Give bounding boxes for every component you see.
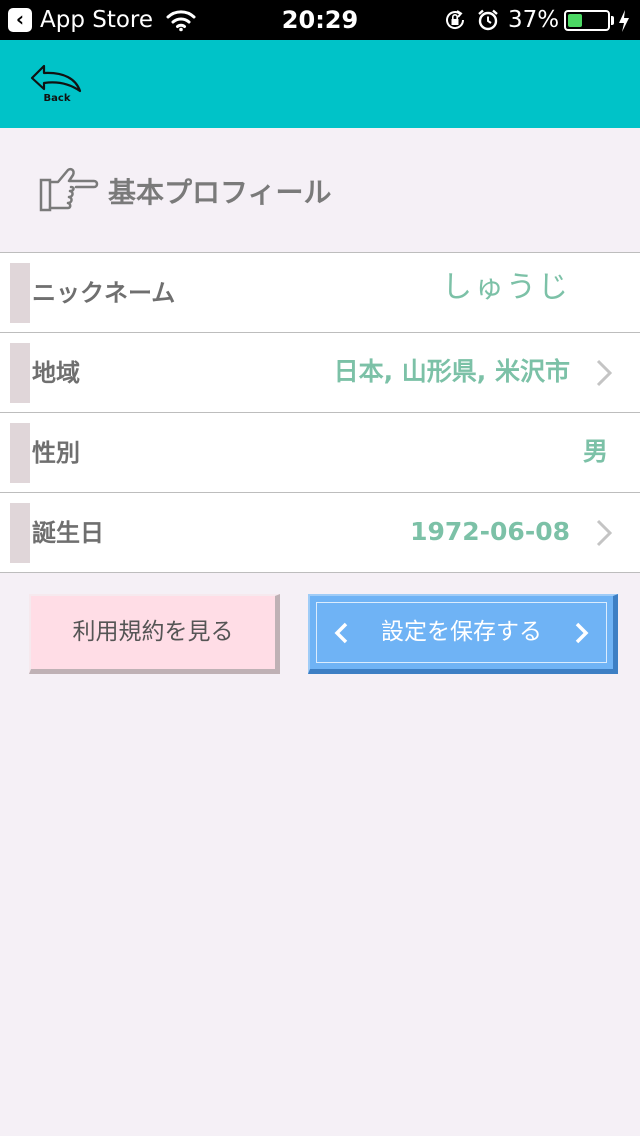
save-button-label: 設定を保存する bbox=[381, 619, 542, 645]
view-terms-button[interactable]: 利用規約を見る bbox=[29, 594, 280, 674]
region-label: 地域 bbox=[32, 359, 80, 387]
section-title: 基本プロフィール bbox=[108, 176, 332, 209]
nickname-value[interactable]: しゅうじ bbox=[442, 269, 570, 307]
row-nickname[interactable]: ニックネーム しゅうじ bbox=[0, 253, 640, 333]
status-bar: ‹ App Store 20:29 37% bbox=[0, 0, 640, 40]
battery-fill bbox=[568, 14, 583, 27]
chevron-right-icon bbox=[596, 519, 612, 547]
row-birthday[interactable]: 誕生日 1972-06-08 bbox=[0, 493, 640, 573]
birthday-value: 1972-06-08 bbox=[410, 517, 570, 546]
row-marker bbox=[10, 343, 30, 403]
profile-form: ニックネーム しゅうじ 地域 日本, 山形県, 米沢市 性別 男 誕生日 197… bbox=[0, 252, 640, 573]
region-value: 日本, 山形県, 米沢市 bbox=[333, 357, 570, 386]
save-settings-button[interactable]: 設定を保存する bbox=[308, 594, 618, 674]
row-gender: 性別 男 bbox=[0, 413, 640, 493]
gender-value: 男 bbox=[582, 437, 608, 466]
nickname-label: ニックネーム bbox=[32, 279, 176, 307]
pointing-hand-icon bbox=[39, 167, 99, 212]
gender-label: 性別 bbox=[32, 439, 80, 467]
battery-icon bbox=[564, 10, 610, 31]
back-button[interactable]: Back bbox=[28, 62, 88, 112]
battery-nub bbox=[611, 16, 614, 25]
alarm-icon bbox=[478, 9, 498, 31]
row-marker bbox=[10, 423, 30, 483]
charging-bolt-icon bbox=[619, 10, 629, 32]
row-marker bbox=[10, 263, 30, 323]
rotation-lock-icon bbox=[446, 10, 465, 29]
birthday-label: 誕生日 bbox=[32, 519, 104, 547]
back-label: Back bbox=[43, 93, 71, 104]
row-region[interactable]: 地域 日本, 山形県, 米沢市 bbox=[0, 333, 640, 413]
row-marker bbox=[10, 503, 30, 563]
app-header: Back bbox=[0, 40, 640, 128]
chevron-right-icon bbox=[575, 622, 589, 644]
back-arrow-icon bbox=[30, 64, 82, 93]
chevron-right-icon bbox=[596, 359, 612, 387]
battery-percent: 37% bbox=[508, 7, 560, 33]
